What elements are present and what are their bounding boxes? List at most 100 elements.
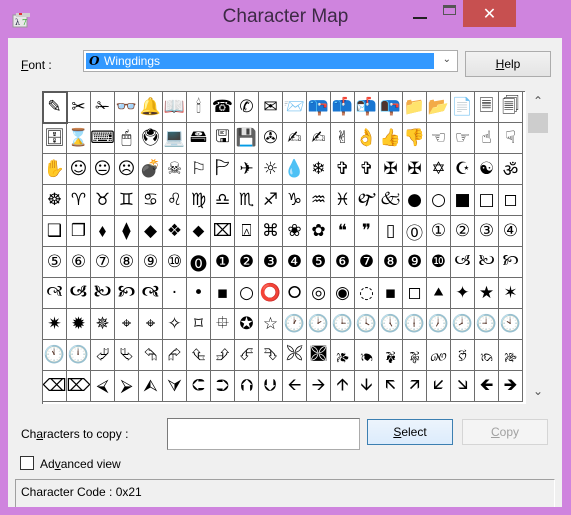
- character-cell[interactable]: ✁: [91, 92, 115, 123]
- character-cell[interactable]: ✹: [67, 309, 91, 340]
- character-cell[interactable]: 🡭: [403, 371, 427, 402]
- character-cell[interactable]: ✍: [283, 123, 307, 154]
- character-cell[interactable]: 😐: [91, 154, 115, 185]
- help-button[interactable]: Help: [465, 51, 551, 77]
- character-cell[interactable]: ❺: [307, 247, 331, 278]
- character-cell[interactable]: ⌑: [187, 309, 211, 340]
- character-cell[interactable]: ❻: [331, 247, 355, 278]
- character-cell[interactable]: ❝: [331, 216, 355, 247]
- character-cell[interactable]: ❑: [43, 216, 67, 247]
- character-cell[interactable]: ✍: [307, 123, 331, 154]
- character-cell[interactable]: 📬: [355, 92, 379, 123]
- character-cell[interactable]: 🙒: [475, 340, 499, 371]
- character-cell[interactable]: 👍: [379, 123, 403, 154]
- character-cell[interactable]: ❀: [283, 216, 307, 247]
- select-button[interactable]: Select: [367, 419, 453, 445]
- character-cell[interactable]: ✉: [259, 92, 283, 123]
- character-cell[interactable]: ☎: [211, 92, 235, 123]
- character-cell[interactable]: ⬧: [91, 216, 115, 247]
- character-cell[interactable]: 🙢: [451, 247, 475, 278]
- character-cell[interactable]: ⮵: [211, 340, 235, 371]
- character-cell[interactable]: 📨: [283, 92, 307, 123]
- character-cell[interactable]: 🏱: [211, 154, 235, 185]
- character-cell[interactable]: ⮱: [115, 340, 139, 371]
- character-cell[interactable]: ❶: [211, 247, 235, 278]
- character-cell[interactable]: ♐: [259, 185, 283, 216]
- character-cell[interactable]: 🕙: [499, 309, 523, 340]
- character-cell[interactable]: ✠: [379, 154, 403, 185]
- character-cell[interactable]: ✌: [331, 123, 355, 154]
- scroll-up-icon[interactable]: ⌃: [527, 94, 549, 112]
- character-cell[interactable]: 📁: [403, 92, 427, 123]
- character-cell[interactable]: ♈: [67, 185, 91, 216]
- character-cell[interactable]: ✈: [235, 154, 259, 185]
- character-cell[interactable]: ⑤: [43, 247, 67, 278]
- character-cell[interactable]: ✧: [163, 309, 187, 340]
- character-cell[interactable]: ■: [451, 185, 475, 216]
- character-cell[interactable]: 🕖: [427, 309, 451, 340]
- character-cell[interactable]: ⮘: [91, 371, 115, 402]
- minimize-button[interactable]: [405, 0, 435, 28]
- character-cell[interactable]: ③: [475, 216, 499, 247]
- advanced-view-label[interactable]: Advanced view: [40, 457, 121, 471]
- character-cell[interactable]: ♓: [331, 185, 355, 216]
- character-cell[interactable]: 🙗: [379, 340, 403, 371]
- character-cell[interactable]: ⑨: [139, 247, 163, 278]
- character-cell[interactable]: 🙐: [427, 340, 451, 371]
- character-cell[interactable]: 👓: [115, 92, 139, 123]
- character-cell[interactable]: ⮙: [139, 371, 163, 402]
- character-cell[interactable]: ⮰: [91, 340, 115, 371]
- character-cell[interactable]: ◉: [331, 278, 355, 309]
- character-cell[interactable]: ♊: [115, 185, 139, 216]
- character-cell[interactable]: ❖: [163, 216, 187, 247]
- grid-scrollbar[interactable]: ⌃ ⌄: [527, 92, 549, 404]
- character-cell[interactable]: ✋: [43, 154, 67, 185]
- character-cell[interactable]: ✂: [67, 92, 91, 123]
- character-grid[interactable]: ✎ ✂ ✁ 👓 🔔 📖 🕯 ☎ ✆ ✉ 📨 📪 📫 📬 📭 📁 📂 📄 🗏 🗐 🗄 ⌛ ⌨ 🖱 🖲 💻 🖴 🖫 💾 ✇ ✍ ✍ ✌ 👌 👍 👎 ☜ ☞ ☝ ☟…: [42, 91, 526, 404]
- character-cell[interactable]: 🙪: [283, 340, 307, 371]
- character-cell[interactable]: ①: [427, 216, 451, 247]
- character-cell[interactable]: 🕘: [475, 309, 499, 340]
- character-cell[interactable]: ⧫: [115, 216, 139, 247]
- character-cell[interactable]: 💣: [139, 154, 163, 185]
- character-cell[interactable]: ☜: [427, 123, 451, 154]
- character-cell[interactable]: ⓿: [187, 247, 211, 278]
- character-cell[interactable]: ⯅: [427, 278, 451, 309]
- character-cell[interactable]: ◻: [403, 278, 427, 309]
- character-cell[interactable]: ✡: [427, 154, 451, 185]
- close-button[interactable]: ✕: [463, 0, 516, 27]
- character-cell[interactable]: ☯: [475, 154, 499, 185]
- character-cell[interactable]: ⮊: [211, 371, 235, 402]
- character-cell[interactable]: 🖴: [187, 123, 211, 154]
- character-cell[interactable]: ⭘: [283, 278, 307, 309]
- character-cell[interactable]: ⮛: [163, 371, 187, 402]
- character-cell[interactable]: ⮶: [235, 340, 259, 371]
- character-cell[interactable]: ☞: [451, 123, 475, 154]
- character-cell[interactable]: ⭕: [259, 278, 283, 309]
- character-cell[interactable]: 🙦: [67, 278, 91, 309]
- chevron-down-icon[interactable]: ⌄: [443, 54, 451, 65]
- character-cell[interactable]: 💧: [283, 154, 307, 185]
- character-cell[interactable]: ⯐: [211, 309, 235, 340]
- character-cell[interactable]: ☆: [259, 309, 283, 340]
- character-cell[interactable]: 🡪: [307, 371, 331, 402]
- character-cell[interactable]: ❞: [355, 216, 379, 247]
- scroll-thumb[interactable]: [528, 113, 548, 133]
- character-cell[interactable]: ❒: [67, 216, 91, 247]
- character-cell[interactable]: ✦: [451, 278, 475, 309]
- character-cell[interactable]: ✞: [331, 154, 355, 185]
- character-cell[interactable]: □: [475, 185, 499, 216]
- character-cell[interactable]: 🕛: [67, 340, 91, 371]
- character-cell[interactable]: ♋: [139, 185, 163, 216]
- character-cell[interactable]: ☝: [475, 123, 499, 154]
- character-cell[interactable]: ⮉: [235, 371, 259, 402]
- character-cell[interactable]: ✎: [42, 91, 68, 124]
- character-cell[interactable]: ⌘: [259, 216, 283, 247]
- character-cell[interactable]: ♎: [211, 185, 235, 216]
- advanced-view-checkbox[interactable]: [20, 456, 34, 470]
- character-cell[interactable]: ⌛: [67, 123, 91, 154]
- character-cell[interactable]: ○: [427, 185, 451, 216]
- character-cell[interactable]: ⮈: [187, 371, 211, 402]
- character-cell[interactable]: ⮚: [115, 371, 139, 402]
- character-cell[interactable]: ❿: [427, 247, 451, 278]
